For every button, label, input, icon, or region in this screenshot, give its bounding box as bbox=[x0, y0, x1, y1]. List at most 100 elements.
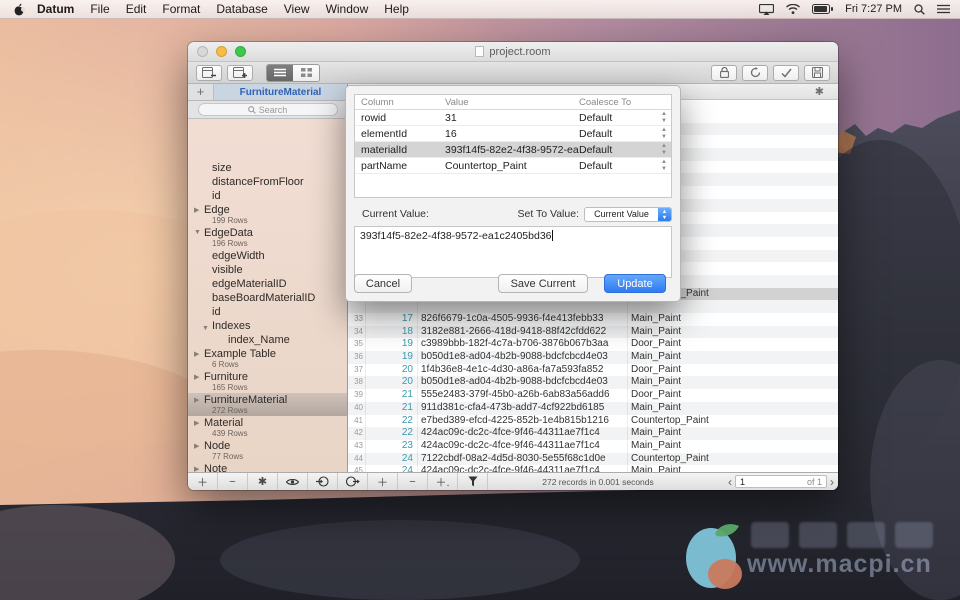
coalesce-value: Default bbox=[579, 158, 657, 173]
table-row-43[interactable]: 4323424ac09c-dc2c-4fce-9f46-44311ae7f1c4… bbox=[348, 440, 838, 453]
expand-arrow-icon[interactable]: ▶ bbox=[194, 419, 199, 427]
current-value-textarea[interactable]: 393f14f5-82e2-4f38-9572-ea1c2405bd36 bbox=[354, 226, 672, 278]
table-row-40[interactable]: 4021911d381c-cfa4-473b-add7-4cf922bd6185… bbox=[348, 402, 838, 415]
expand-arrow-icon[interactable]: ▶ bbox=[194, 206, 199, 214]
coalesce-stepper-icon[interactable]: ▲▼ bbox=[657, 126, 671, 141]
menu-format[interactable]: Format bbox=[162, 2, 200, 16]
sidebar-item-distancefromfloor[interactable]: distanceFromFloor bbox=[188, 175, 347, 189]
expand-arrow-icon[interactable]: ▶ bbox=[194, 373, 199, 381]
battery-icon[interactable] bbox=[812, 4, 833, 14]
add-table-button[interactable] bbox=[227, 65, 253, 81]
menu-clock[interactable]: Fri 7:27 PM bbox=[845, 3, 902, 15]
watermark: www.macpi.cn bbox=[685, 522, 950, 590]
table-row-39[interactable]: 3921555e2483-379f-45b0-a26b-6ab83a56add6… bbox=[348, 389, 838, 402]
structure-view-button[interactable] bbox=[293, 65, 319, 81]
page-field[interactable]: 1 of 1 bbox=[735, 475, 827, 488]
coalesce-stepper-icon[interactable]: ▲▼ bbox=[657, 142, 671, 157]
list-view-button[interactable] bbox=[267, 65, 293, 81]
import-button[interactable] bbox=[308, 473, 338, 490]
preview-eye-button[interactable] bbox=[278, 473, 308, 490]
expand-arrow-icon[interactable]: ▶ bbox=[194, 442, 199, 450]
search-placeholder: Search bbox=[259, 105, 288, 115]
sidebar-item-furniturematerial[interactable]: ▶FurnitureMaterial272 Rows bbox=[188, 393, 347, 416]
spotlight-icon[interactable] bbox=[914, 4, 925, 15]
dialog-row-elementid[interactable]: elementId16Default▲▼ bbox=[355, 126, 671, 142]
table-row[interactable] bbox=[348, 300, 838, 313]
remove-record-button[interactable]: − bbox=[398, 473, 428, 490]
remove-table-button[interactable] bbox=[196, 65, 222, 81]
dialog-row-materialid[interactable]: materialId393f14f5-82e2-4f38-9572-ea1c24… bbox=[355, 142, 671, 158]
sidebar-item-index-name[interactable]: index_Name bbox=[188, 333, 347, 347]
menu-help[interactable]: Help bbox=[384, 2, 409, 16]
sidebar-item-example-table[interactable]: ▶Example Table6 Rows bbox=[188, 347, 347, 370]
search-input[interactable]: Search bbox=[198, 103, 338, 116]
grid-settings-gear-icon[interactable]: ✱ bbox=[815, 86, 824, 98]
previous-page-chevron-icon[interactable]: ‹ bbox=[728, 475, 732, 489]
export-button[interactable] bbox=[338, 473, 368, 490]
set-to-value-dropdown[interactable]: Current Value ▲▼ bbox=[584, 207, 672, 222]
refresh-button[interactable] bbox=[742, 65, 768, 81]
add-tab-button[interactable]: + bbox=[188, 84, 214, 100]
dialog-row-rowid[interactable]: rowid31Default▲▼ bbox=[355, 110, 671, 126]
table-row-36[interactable]: 3619b050d1e8-ad04-4b2b-9088-bdcfcbcd4e03… bbox=[348, 351, 838, 364]
sidebar-item-node[interactable]: ▶Node77 Rows bbox=[188, 439, 347, 462]
airplay-icon[interactable] bbox=[759, 4, 774, 15]
table-row-42[interactable]: 4222424ac09c-dc2c-4fce-9f46-44311ae7f1c4… bbox=[348, 427, 838, 440]
commit-button[interactable] bbox=[773, 65, 799, 81]
wifi-icon[interactable] bbox=[786, 4, 800, 14]
tab-furniturematerial[interactable]: FurnitureMaterial bbox=[214, 84, 347, 100]
save-current-button[interactable]: Save Current bbox=[498, 274, 588, 293]
sidebar-item-size[interactable]: size bbox=[188, 161, 347, 175]
cancel-button[interactable]: Cancel bbox=[354, 274, 412, 293]
sidebar-item-id[interactable]: id bbox=[188, 305, 347, 319]
lock-button[interactable] bbox=[711, 65, 737, 81]
title-bar[interactable]: project.room bbox=[188, 42, 838, 62]
sidebar-item-edgedata[interactable]: ▼EdgeData196 Rows bbox=[188, 226, 347, 249]
coalesce-stepper-icon[interactable]: ▲▼ bbox=[657, 158, 671, 173]
collapse-arrow-icon[interactable]: ▼ bbox=[194, 229, 201, 236]
table-row-45[interactable]: 4524424ac09c-dc2c-4fce-9f46-44311ae7f1c4… bbox=[348, 465, 838, 472]
sidebar-item-edge[interactable]: ▶Edge199 Rows bbox=[188, 203, 347, 226]
sidebar-item-id[interactable]: id bbox=[188, 189, 347, 203]
expand-arrow-icon[interactable]: ▶ bbox=[194, 465, 199, 472]
notification-center-icon[interactable] bbox=[937, 4, 950, 14]
menu-file[interactable]: File bbox=[90, 2, 109, 16]
sidebar-item-note[interactable]: ▶Note0 Rows bbox=[188, 462, 347, 472]
table-row-33[interactable]: 3317826f6679-1c0a-4505-9936-f4e413febb33… bbox=[348, 313, 838, 326]
sidebar-item-edgematerialid[interactable]: edgeMaterialID bbox=[188, 277, 347, 291]
menu-window[interactable]: Window bbox=[326, 2, 369, 16]
add-row-button[interactable]: ＋ bbox=[188, 473, 218, 490]
field-name: materialId bbox=[355, 142, 445, 157]
update-button[interactable]: Update bbox=[604, 274, 666, 293]
sidebar-item-material[interactable]: ▶Material439 Rows bbox=[188, 416, 347, 439]
dropdown-selected-value: Current Value bbox=[585, 209, 658, 219]
sidebar-item-edgewidth[interactable]: edgeWidth bbox=[188, 249, 347, 263]
add-filtered-record-button[interactable]: ＋. bbox=[428, 473, 458, 490]
sidebar-item-furniture[interactable]: ▶Furniture165 Rows bbox=[188, 370, 347, 393]
table-row-38[interactable]: 3820b050d1e8-ad04-4b2b-9088-bdcfcbcd4e03… bbox=[348, 376, 838, 389]
coalesce-stepper-icon[interactable]: ▲▼ bbox=[657, 110, 671, 125]
expand-arrow-icon[interactable]: ▶ bbox=[194, 396, 199, 404]
remove-row-button[interactable]: − bbox=[218, 473, 248, 490]
actions-gear-button[interactable]: ✱ bbox=[248, 473, 278, 490]
filter-button[interactable] bbox=[458, 473, 488, 490]
menu-database[interactable]: Database bbox=[216, 2, 267, 16]
table-row-34[interactable]: 34183182e881-2666-418d-9418-88f42cfdd622… bbox=[348, 326, 838, 339]
sidebar-item-visible[interactable]: visible bbox=[188, 263, 347, 277]
app-menu-datum[interactable]: Datum bbox=[37, 2, 74, 16]
table-row-37[interactable]: 37201f4b36e8-4e1c-4d30-a86a-fa7a593fa852… bbox=[348, 364, 838, 377]
sidebar-item-baseboardmaterialid[interactable]: baseBoardMaterialID bbox=[188, 291, 347, 305]
table-row-35[interactable]: 3519c3989bbb-182f-4c7a-b706-3876b067b3aa… bbox=[348, 338, 838, 351]
next-page-chevron-icon[interactable]: › bbox=[830, 475, 834, 489]
element-id-cell: 19 bbox=[366, 338, 413, 351]
sidebar-item-indexes[interactable]: ▼Indexes bbox=[188, 319, 347, 333]
save-button[interactable] bbox=[804, 65, 830, 81]
expand-arrow-icon[interactable]: ▶ bbox=[194, 350, 199, 358]
table-row-44[interactable]: 44247122cbdf-08a2-4d5d-8030-5e55f68c1d0e… bbox=[348, 453, 838, 466]
dialog-row-partname[interactable]: partNameCountertop_PaintDefault▲▼ bbox=[355, 158, 671, 174]
apple-menu[interactable] bbox=[14, 3, 25, 16]
menu-view[interactable]: View bbox=[284, 2, 310, 16]
table-row-41[interactable]: 4122e7bed389-efcd-4225-852b-1e4b815b1216… bbox=[348, 415, 838, 428]
add-record-button[interactable]: ＋ bbox=[368, 473, 398, 490]
menu-edit[interactable]: Edit bbox=[126, 2, 147, 16]
